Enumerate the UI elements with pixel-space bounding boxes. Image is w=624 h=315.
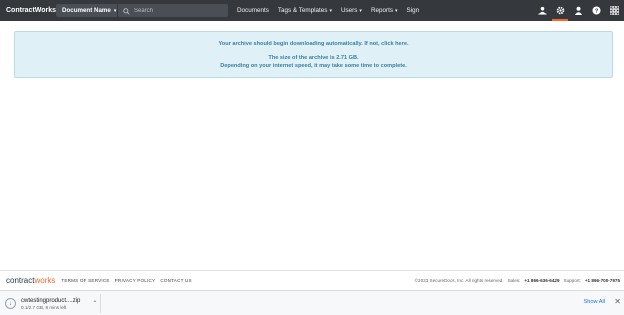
chevron-down-icon: ▾ (113, 7, 117, 14)
search-box[interactable] (118, 4, 228, 17)
document-name-label: Document Name (62, 7, 111, 14)
archive-download-alert: Your archive should begin downloading au… (14, 31, 613, 78)
footer: contractworks TERMS OF SERVICE PRIVACY P… (0, 270, 624, 289)
nav-documents-label: Documents (237, 7, 269, 14)
nav-tags-templates-label: Tags & Templates (277, 7, 328, 14)
alert-archive-size: The size of the archive is 2.71 GB. (268, 55, 359, 61)
user-icon[interactable] (573, 6, 583, 16)
alert-speed-note: Depending on your internet speed, it may… (220, 63, 407, 69)
alert-line-1-end: . (406, 41, 409, 47)
download-bar: ↓ cwtestingproduct....zip 0.1/2.7 GB, 8 … (0, 290, 624, 315)
copyright-text: ©2023 SecureDocs, Inc. All rights reserv… (414, 278, 504, 283)
close-icon[interactable]: ✕ (614, 297, 621, 306)
chevron-down-icon: ▾ (395, 7, 398, 14)
download-text: cwtestingproduct....zip 0.1/2.7 GB, 8 mi… (21, 298, 80, 310)
privacy-policy-link[interactable]: PRIVACY POLICY (115, 278, 156, 283)
footer-contact-info: ©2023 SecureDocs, Inc. All rights reserv… (415, 271, 620, 290)
sales-label: Sales: (507, 278, 521, 283)
alert-line-1-text: Your archive should begin downloading au… (218, 41, 382, 47)
terms-of-service-link[interactable]: TERMS OF SERVICE (61, 278, 109, 283)
upload-user-icon[interactable] (537, 6, 547, 16)
show-all-button[interactable]: Show All (584, 299, 605, 305)
search-group: Document Name ▾ (56, 4, 228, 17)
support-label: Support: (563, 278, 581, 283)
chevron-up-icon[interactable]: ⌃ (92, 300, 97, 307)
svg-text:?: ? (594, 9, 598, 15)
page: ContractWorks Document Name ▾ Documents … (0, 0, 624, 315)
alert-line-1: Your archive should begin downloading au… (15, 41, 612, 47)
chevron-down-icon: ▾ (329, 7, 332, 14)
nav-sign-label: Sign (406, 7, 420, 14)
nav-users-label: Users (340, 7, 358, 14)
nav-documents[interactable]: Documents (237, 7, 269, 14)
top-navbar: ContractWorks Document Name ▾ Documents … (0, 0, 624, 21)
footer-links: TERMS OF SERVICE PRIVACY POLICY CONTACT … (61, 278, 191, 283)
support-phone: +1 866-700-7975 (584, 278, 620, 283)
nav-links: Documents Tags & Templates ▾ Users ▾ Repor… (237, 7, 428, 14)
click-here-link[interactable]: click here (381, 41, 407, 47)
download-item[interactable]: ↓ cwtestingproduct....zip 0.1/2.7 GB, 8 … (5, 295, 97, 312)
document-name-dropdown[interactable]: Document Name ▾ (56, 4, 117, 17)
download-filename: cwtestingproduct....zip (21, 297, 81, 304)
download-status: 0.1/2.7 GB, 8 mins left (21, 304, 67, 310)
apps-grid-icon[interactable] (609, 6, 619, 16)
sales-phone: +1 866-636-6429 (524, 278, 560, 283)
nav-tags-templates[interactable]: Tags & Templates ▾ (278, 7, 332, 14)
download-divider (100, 294, 101, 313)
footer-logo-main: contract (6, 275, 35, 285)
chevron-down-icon: ▾ (359, 7, 362, 14)
nav-reports-label: Reports (370, 7, 393, 14)
search-icon (123, 2, 130, 20)
footer-logo-accent: works (34, 275, 56, 285)
nav-users[interactable]: Users ▾ (341, 7, 362, 14)
gear-icon[interactable] (552, 6, 568, 21)
footer-logo: contractworks (6, 276, 55, 285)
nav-sign[interactable]: Sign (407, 7, 420, 14)
download-progress-icon: ↓ (5, 298, 16, 309)
contact-us-link[interactable]: CONTACT US (160, 278, 191, 283)
nav-icon-group: ? (537, 0, 619, 21)
brand-logo[interactable]: ContractWorks (6, 7, 56, 14)
nav-reports[interactable]: Reports ▾ (371, 7, 398, 14)
search-input[interactable] (134, 7, 219, 14)
help-icon[interactable]: ? (591, 6, 601, 16)
